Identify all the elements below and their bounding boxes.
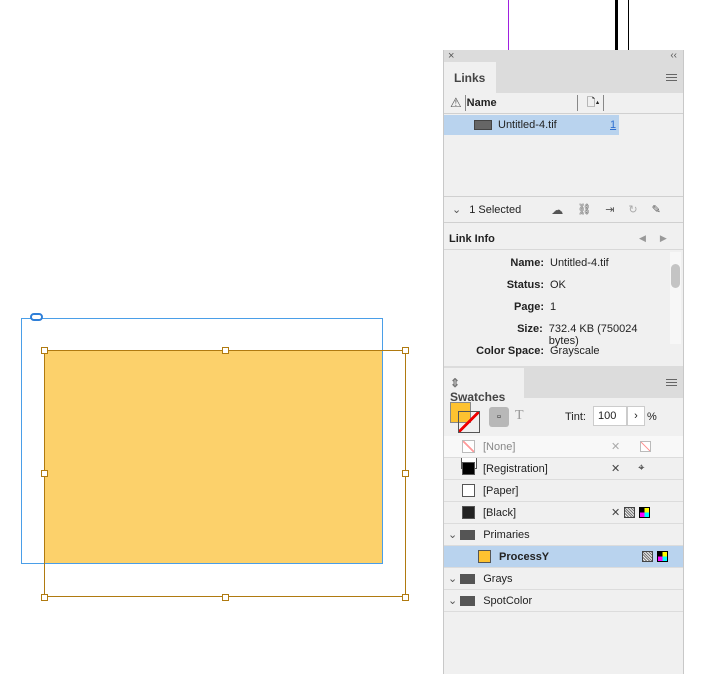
group-grays[interactable]: ⌄ Grays bbox=[444, 568, 683, 590]
image-thumb-icon bbox=[474, 120, 492, 130]
handle[interactable] bbox=[41, 347, 48, 354]
handle[interactable] bbox=[41, 470, 48, 477]
link-name: Untitled-4.tif bbox=[498, 119, 557, 131]
tab-links[interactable]: Links bbox=[444, 62, 496, 93]
link-row[interactable]: Untitled-4.tif 1 bbox=[444, 115, 619, 135]
scrollbar[interactable] bbox=[670, 252, 681, 344]
info-page: Page: 1 bbox=[514, 301, 557, 313]
tint-arrow[interactable]: › bbox=[627, 406, 645, 426]
link-icon[interactable] bbox=[30, 313, 43, 321]
update-link-icon[interactable]: ↻ bbox=[628, 203, 637, 216]
content-bounds[interactable] bbox=[44, 350, 406, 597]
handle[interactable] bbox=[41, 594, 48, 601]
tint-input[interactable]: 100 bbox=[593, 406, 627, 426]
handle[interactable] bbox=[402, 470, 409, 477]
link-page[interactable]: 1 bbox=[610, 119, 616, 131]
page-column-icon[interactable]: 🗋▴ bbox=[587, 94, 600, 113]
stroke-black bbox=[615, 0, 618, 50]
cc-libraries-icon[interactable]: ☁ bbox=[551, 203, 563, 217]
swatch-none[interactable]: [None] ✕ bbox=[444, 436, 683, 458]
info-colorspace: Color Space: Grayscale bbox=[476, 345, 600, 357]
handle[interactable] bbox=[222, 594, 229, 601]
relink-icon[interactable]: ⛓ bbox=[577, 203, 591, 216]
tab-swatches[interactable]: ⇕ Swatches bbox=[444, 368, 524, 404]
selected-count: 1 Selected bbox=[469, 203, 522, 216]
swatch-paper[interactable]: [Paper] bbox=[444, 480, 683, 502]
handle[interactable] bbox=[402, 594, 409, 601]
panel-menu-icon[interactable] bbox=[666, 379, 677, 386]
tint-label: Tint: bbox=[565, 411, 586, 423]
swatch-processy[interactable]: ProcessY bbox=[444, 546, 683, 568]
warning-icon[interactable]: ⚠ bbox=[450, 95, 462, 111]
stroke-swatch[interactable] bbox=[458, 411, 480, 433]
panel-dock: × ‹‹ Links ⚠ Name 🗋▴ Untitled-4.tif 1 ⌄ … bbox=[443, 50, 684, 674]
tint-pct: % bbox=[647, 411, 657, 423]
formatting-container-button[interactable]: ▫ bbox=[489, 407, 509, 427]
info-name: Name: Untitled-4.tif bbox=[510, 257, 609, 269]
next-icon[interactable]: ▶ bbox=[660, 233, 667, 244]
handle[interactable] bbox=[222, 347, 229, 354]
formatting-text-button[interactable]: T bbox=[515, 408, 524, 424]
links-header: ⚠ Name 🗋▴ bbox=[444, 93, 683, 114]
links-toolbar: ⌄ 1 Selected ☁ ⛓ ⇥ ↻ ✎ bbox=[444, 196, 683, 223]
goto-link-icon[interactable]: ⇥ bbox=[605, 203, 614, 216]
edit-original-icon[interactable]: ✎ bbox=[652, 203, 661, 216]
stroke-thin bbox=[628, 0, 629, 50]
prev-icon[interactable]: ◀ bbox=[639, 233, 646, 244]
collapse-icon[interactable]: ‹‹ bbox=[670, 50, 677, 61]
swatch-black[interactable]: [Black] ✕ bbox=[444, 502, 683, 524]
group-primaries[interactable]: ⌄ Primaries bbox=[444, 524, 683, 546]
close-icon[interactable]: × bbox=[448, 50, 454, 62]
link-info-title: Link Info bbox=[449, 232, 495, 245]
column-name[interactable]: Name bbox=[467, 97, 577, 109]
guide-purple bbox=[508, 0, 509, 50]
info-status: Status: OK bbox=[506, 279, 566, 291]
info-size: Size: 732.4 KB (750024 bytes) bbox=[517, 323, 638, 347]
handle[interactable] bbox=[402, 347, 409, 354]
chevron-down-icon[interactable]: ⌄ bbox=[452, 203, 461, 216]
swatch-registration[interactable]: [Registration] ✕ ⌖ bbox=[444, 458, 683, 480]
panel-menu-icon[interactable] bbox=[666, 74, 677, 81]
group-spotcolor[interactable]: ⌄ SpotColor bbox=[444, 590, 683, 612]
